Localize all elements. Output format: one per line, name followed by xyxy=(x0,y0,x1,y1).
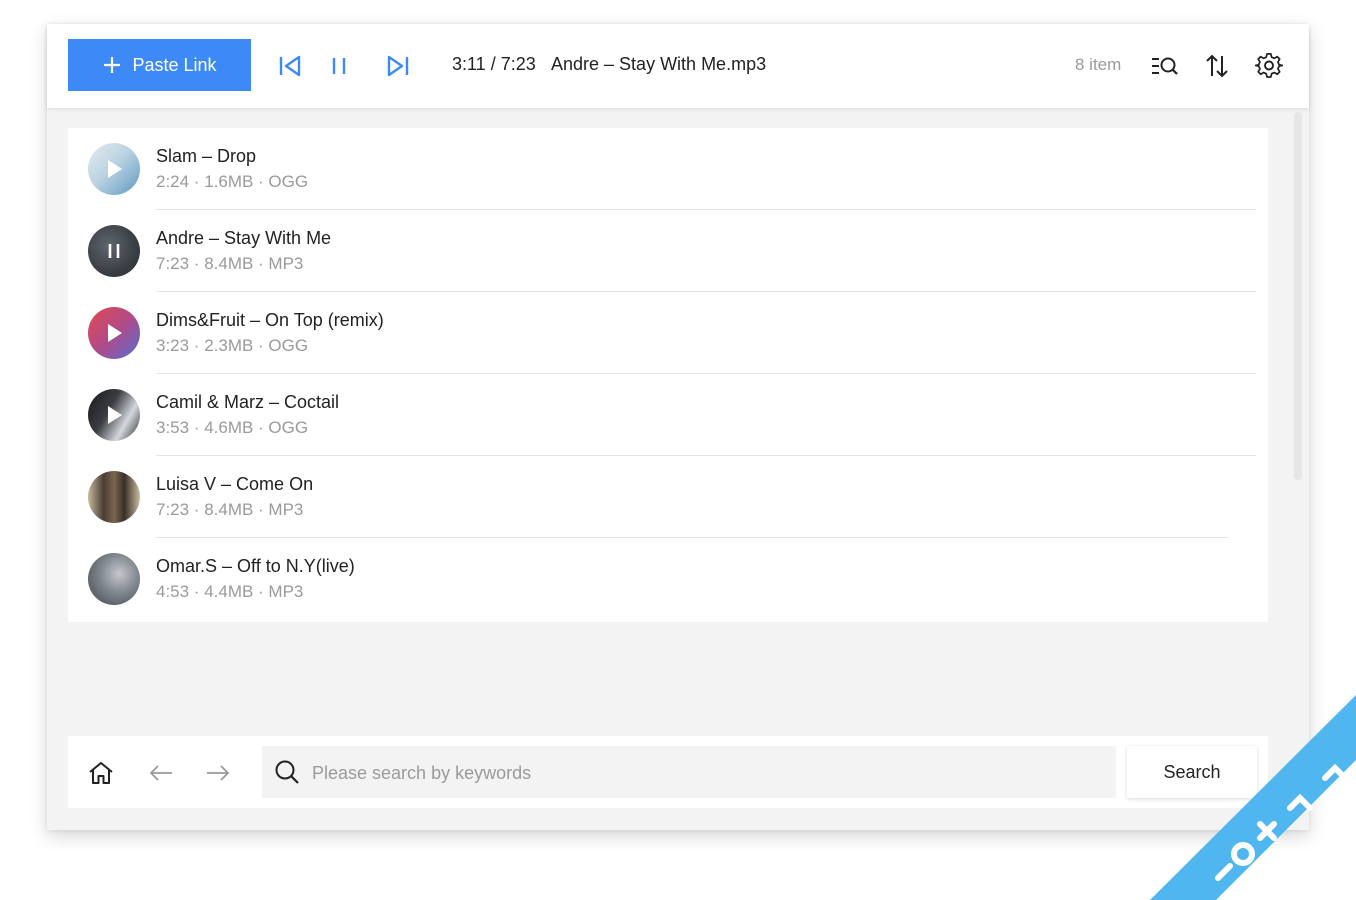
album-thumbnail xyxy=(88,471,140,523)
search-icon xyxy=(275,760,299,784)
album-thumbnail xyxy=(88,143,140,195)
track-list: Slam – Drop 2:24 · 1.6MB · OGG Andre – S… xyxy=(68,128,1268,622)
paste-link-label: Paste Link xyxy=(132,54,217,75)
play-icon xyxy=(88,389,140,441)
track-meta: 4:53 · 4.4MB · MP3 xyxy=(156,582,304,601)
track-row[interactable]: Omar.S – Off to N.Y(live) 4:53 · 4.4MB ·… xyxy=(68,538,1268,620)
home-button[interactable] xyxy=(86,758,116,788)
app-window: Paste Link 3:11 / 7:23 Andre – Stay With… xyxy=(47,24,1309,830)
back-arrow-icon xyxy=(149,765,172,781)
search-input[interactable] xyxy=(310,746,1104,800)
track-row[interactable]: Luisa V – Come On 7:23 · 8.4MB · MP3 xyxy=(68,456,1268,538)
previous-track-button[interactable] xyxy=(275,52,305,80)
track-title: Andre – Stay With Me xyxy=(156,228,332,248)
queue-button[interactable] xyxy=(1149,50,1181,82)
track-title: Dims&Fruit – On Top (remix) xyxy=(156,310,384,330)
track-meta: 7:23 · 8.4MB · MP3 xyxy=(156,254,304,273)
toolbar: Paste Link 3:11 / 7:23 Andre – Stay With… xyxy=(47,24,1309,108)
home-icon xyxy=(89,762,113,784)
back-button[interactable] xyxy=(146,758,176,788)
sort-icon xyxy=(1206,54,1228,78)
next-track-icon xyxy=(387,55,409,77)
play-icon xyxy=(88,143,140,195)
playback-time: 3:11 / 7:23 xyxy=(452,54,536,74)
pause-icon xyxy=(88,225,140,277)
forward-arrow-icon xyxy=(207,765,230,781)
queue-icon xyxy=(1152,57,1178,75)
track-title: Luisa V – Come On xyxy=(156,474,314,494)
scrollbar[interactable] xyxy=(1294,112,1302,480)
track-row[interactable]: Slam – Drop 2:24 · 1.6MB · OGG xyxy=(68,128,1268,210)
track-row[interactable]: Dims&Fruit – On Top (remix) 3:23 · 2.3MB… xyxy=(68,292,1268,374)
sort-button[interactable] xyxy=(1201,50,1233,82)
album-thumbnail xyxy=(88,389,140,441)
album-thumbnail xyxy=(88,225,140,277)
album-thumbnail xyxy=(88,553,140,605)
watermark-ribbon xyxy=(1140,690,1356,900)
track-row[interactable]: Camil & Marz – Coctail 3:53 · 4.6MB · OG… xyxy=(68,374,1268,456)
track-row[interactable]: Andre – Stay With Me 7:23 · 8.4MB · MP3 xyxy=(68,210,1268,292)
next-track-button[interactable] xyxy=(383,52,413,80)
paste-link-button[interactable]: Paste Link xyxy=(68,39,251,91)
previous-track-icon xyxy=(279,55,301,77)
bottom-bar: Search xyxy=(68,736,1268,808)
settings-button[interactable] xyxy=(1253,50,1285,82)
play-icon xyxy=(88,307,140,359)
track-meta: 3:53 · 4.6MB · OGG xyxy=(156,418,309,437)
forward-button[interactable] xyxy=(203,758,233,788)
search-box xyxy=(262,746,1116,800)
settings-icon xyxy=(1255,53,1283,78)
pause-icon xyxy=(332,58,346,74)
plus-icon xyxy=(104,57,121,73)
now-playing-title: Andre – Stay With Me.mp3 xyxy=(551,54,767,74)
track-title: Slam – Drop xyxy=(156,146,257,166)
track-meta: 7:23 · 8.4MB · MP3 xyxy=(156,500,304,519)
track-title: Camil & Marz – Coctail xyxy=(156,392,340,412)
item-count: 8 item xyxy=(1075,55,1122,74)
track-meta: 3:23 · 2.3MB · OGG xyxy=(156,336,309,355)
pause-button[interactable] xyxy=(324,52,354,80)
track-meta: 2:24 · 1.6MB · OGG xyxy=(156,172,309,191)
album-thumbnail xyxy=(88,307,140,359)
track-title: Omar.S – Off to N.Y(live) xyxy=(156,556,355,576)
